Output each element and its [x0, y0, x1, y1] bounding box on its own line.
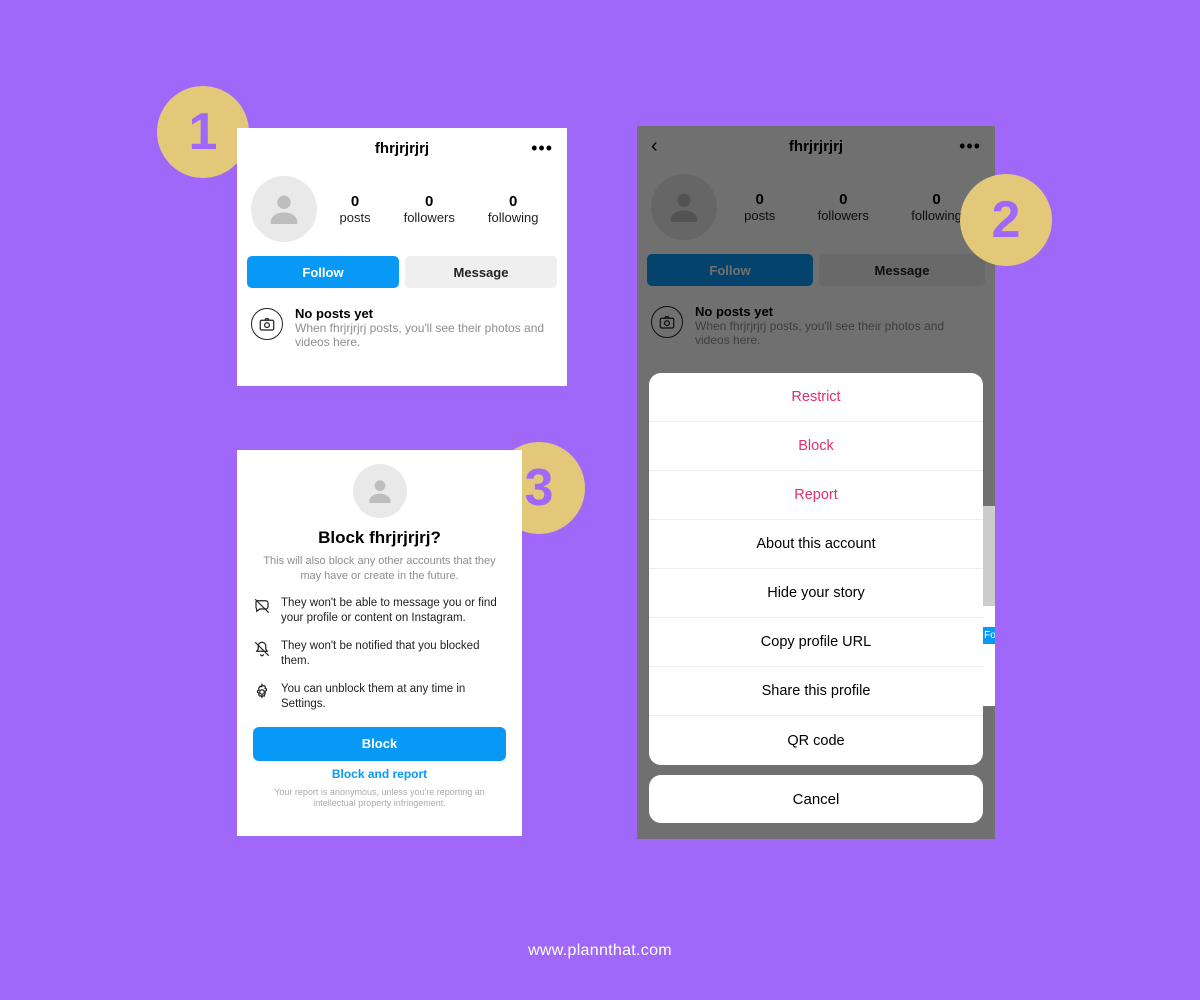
block-confirm-button[interactable]: Block — [253, 727, 506, 761]
step-badge-2: 2 — [960, 174, 1052, 266]
bell-off-icon — [253, 640, 271, 658]
block-dialog-subtitle: This will also block any other accounts … — [253, 554, 506, 584]
step-badge-1: 1 — [157, 86, 249, 178]
sheet-option-copy-url[interactable]: Copy profile URL — [649, 618, 983, 667]
stat-following[interactable]: 0 following — [488, 193, 539, 225]
action-sheet: Restrict Block Report About this account… — [649, 373, 983, 765]
block-dialog-row2: They won't be notified that you blocked … — [281, 639, 506, 670]
block-dialog-row1: They won't be able to message you or fin… — [281, 596, 506, 627]
stat-followers-count: 0 — [404, 193, 455, 210]
sheet-cancel-button[interactable]: Cancel — [649, 775, 983, 823]
stat-posts-count: 0 — [340, 193, 371, 210]
message-button[interactable]: Message — [405, 256, 557, 288]
camera-icon — [251, 308, 283, 340]
block-and-report-link[interactable]: Block and report — [332, 767, 427, 781]
sheet-option-report[interactable]: Report — [649, 471, 983, 520]
more-options-button[interactable]: ••• — [531, 138, 553, 159]
block-dialog-footer: Your report is anonymous, unless you're … — [253, 787, 506, 810]
profile-card: fhrjrjrjrj ••• 0 posts 0 followers 0 fol… — [237, 128, 567, 386]
person-icon — [264, 189, 304, 229]
sheet-option-hide-story[interactable]: Hide your story — [649, 569, 983, 618]
dialog-avatar — [353, 464, 407, 518]
follow-button[interactable]: Follow — [247, 256, 399, 288]
block-dialog-card: Block fhrjrjrjrj? This will also block a… — [237, 450, 522, 836]
no-posts-subtitle: When fhrjrjrjrj posts, you'll see their … — [295, 321, 553, 349]
sheet-option-qr[interactable]: QR code — [649, 716, 983, 765]
block-dialog-title: Block fhrjrjrjrj? — [318, 528, 441, 548]
stat-following-count: 0 — [488, 193, 539, 210]
stat-followers[interactable]: 0 followers — [404, 193, 455, 225]
stat-followers-label: followers — [404, 210, 455, 225]
gear-icon — [253, 683, 271, 701]
sheet-option-restrict[interactable]: Restrict — [649, 373, 983, 422]
sheet-option-about[interactable]: About this account — [649, 520, 983, 569]
person-icon — [364, 475, 396, 507]
no-posts-title: No posts yet — [295, 306, 553, 321]
blocked-chat-icon — [253, 597, 271, 615]
sheet-option-block[interactable]: Block — [649, 422, 983, 471]
stat-posts[interactable]: 0 posts — [340, 193, 371, 225]
stat-following-label: following — [488, 210, 539, 225]
profile-avatar[interactable] — [251, 176, 317, 242]
profile-username: fhrjrjrjrj — [375, 140, 429, 157]
block-dialog-row3: You can unblock them at any time in Sett… — [281, 682, 506, 713]
footer-url: www.plannthat.com — [0, 942, 1200, 960]
phone-actionsheet-card: ‹ fhrjrjrjrj ••• 0posts 0followers 0foll… — [637, 126, 995, 839]
stat-posts-label: posts — [340, 210, 371, 225]
sheet-option-share[interactable]: Share this profile — [649, 667, 983, 716]
